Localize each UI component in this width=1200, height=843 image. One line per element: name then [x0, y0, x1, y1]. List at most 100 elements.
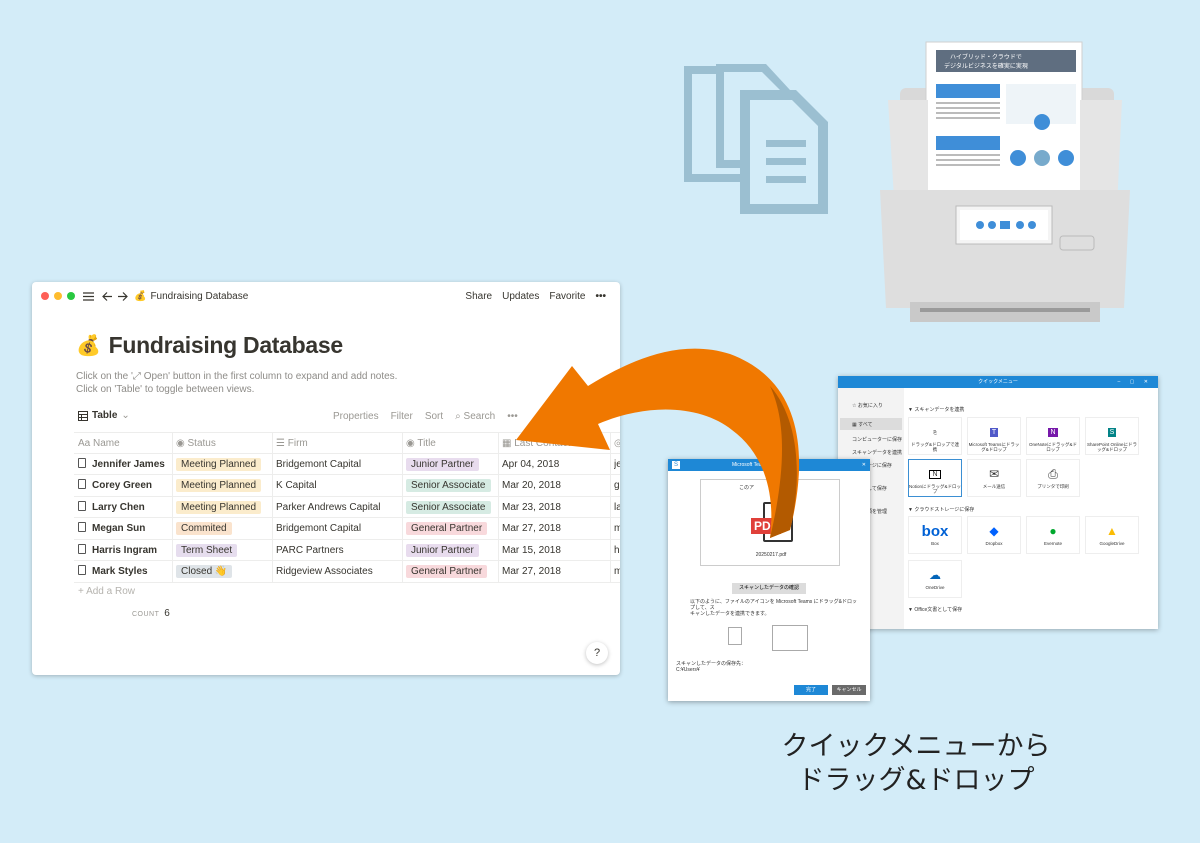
page-title: 💰 Fundraising Database	[76, 332, 343, 359]
favorite-button[interactable]: Favorite	[549, 291, 585, 302]
firm-cell[interactable]: Ridgeview Associates	[276, 561, 402, 582]
forward-arrow-icon[interactable]	[117, 291, 128, 302]
drag-drop-icon: ⎘	[933, 429, 937, 435]
title-tag: Junior Partner	[406, 543, 479, 557]
status-tag: Closed 👋	[176, 565, 233, 578]
count-label: COUNT	[132, 611, 160, 618]
date-cell[interactable]: Mar 27, 2018	[502, 561, 610, 582]
printer-icon: ⎙	[1048, 466, 1058, 481]
quick-menu-window: クイックメニュー – ▢ ✕ ☆ お気に入り ▦ すべて コンピューターに保存 …	[838, 376, 1158, 629]
column-header-status[interactable]: ◉ Status	[176, 433, 272, 454]
quick-menu-titlebar: クイックメニュー – ▢ ✕	[838, 376, 1158, 388]
tile-onenote[interactable]: N OneNoteにドラッグ&ドロップ	[1026, 417, 1080, 455]
caption-line-1: クイックメニューから	[781, 731, 1051, 762]
caption: クイックメニューから ドラッグ&ドロップ	[768, 730, 1064, 798]
document-copy-icon	[684, 64, 828, 214]
status-cell[interactable]: Closed 👋	[176, 561, 272, 582]
tile-print[interactable]: ⎙ プリンタで印刷	[1026, 459, 1080, 497]
quick-menu-title: クイックメニュー	[978, 379, 1018, 385]
tile-evernote[interactable]: ● Evernote	[1026, 516, 1080, 554]
close-dot[interactable]	[41, 292, 49, 300]
curved-arrow-icon	[516, 348, 800, 538]
name-cell[interactable]: Megan Sun	[78, 518, 172, 539]
table-icon	[78, 410, 88, 421]
add-row-button[interactable]: + Add a Row	[78, 586, 135, 597]
column-header-name[interactable]: Aa Name	[78, 433, 172, 454]
name-cell[interactable]: Jennifer James	[78, 454, 172, 475]
tile-googledrive[interactable]: ▲ GoogleDrive	[1085, 516, 1139, 554]
help-line-1: Click on the '⤢ Open' button in the firs…	[76, 371, 398, 382]
name-cell[interactable]: Corey Green	[78, 475, 172, 496]
status-cell[interactable]: Meeting Planned	[176, 475, 272, 496]
back-arrow-icon[interactable]	[102, 291, 113, 302]
table-view-button[interactable]: Table ⌄	[78, 410, 130, 421]
tile-teams[interactable]: T Microsoft Teamsにドラッグ&ドロップ	[967, 417, 1021, 455]
help-button[interactable]: ?	[586, 642, 608, 664]
confirm-scan-button[interactable]: スキャンしたデータの確認	[732, 583, 806, 594]
tile-mail[interactable]: ✉ メール送信	[967, 459, 1021, 497]
status-tag: Term Sheet	[176, 543, 238, 557]
firm-cell[interactable]: Bridgemont Capital	[276, 454, 402, 475]
mail-icon: ✉	[988, 467, 1000, 481]
firm-cell[interactable]: Bridgemont Capital	[276, 518, 402, 539]
window-controls: – ▢ ✕	[1117, 379, 1152, 385]
page-icon	[78, 565, 86, 575]
table-row[interactable]: Mark Styles Closed 👋 Ridgeview Associates G…	[74, 561, 620, 583]
status-cell[interactable]: Commited	[176, 518, 272, 539]
name-text: Corey Green	[92, 480, 153, 491]
sort-button[interactable]: Sort	[425, 411, 443, 422]
tile-dropbox[interactable]: ◆ Dropbox	[967, 516, 1021, 554]
share-button[interactable]: Share	[465, 291, 492, 302]
select-property-icon: ◉	[176, 438, 185, 449]
tile-sharepoint[interactable]: S SharePoint Onlineにドラッグ&ドロップ	[1085, 417, 1139, 455]
name-cell[interactable]: Mark Styles	[78, 561, 172, 582]
firm-cell[interactable]: K Capital	[276, 475, 402, 496]
breadcrumb-label: Fundraising Database	[150, 291, 249, 302]
onedrive-icon: ☁	[929, 568, 941, 582]
tile-box[interactable]: box Box	[908, 516, 962, 554]
firm-cell[interactable]: Parker Andrews Capital	[276, 497, 402, 518]
status-tag: Meeting Planned	[176, 500, 262, 514]
updates-button[interactable]: Updates	[502, 291, 539, 302]
count-footer: COUNT 6	[132, 608, 170, 619]
cancel-button[interactable]: キャンセル	[832, 685, 866, 695]
caption-line-2: ドラッグ&ドロップ	[797, 765, 1035, 796]
instructions: 以下のように、ファイルのアイコンを Microsoft Teams にドラッグ&…	[690, 599, 858, 617]
name-text: Mark Styles	[92, 566, 148, 577]
status-tag: Commited	[176, 522, 232, 535]
breadcrumb[interactable]: 💰 Fundraising Database	[134, 291, 248, 302]
name-cell[interactable]: Harris Ingram	[78, 540, 172, 561]
quick-menu-main: ▼ スキャンデータを連携 ⎘ ドラッグ&ドロップで連携 T Microsoft Te…	[904, 388, 1158, 629]
menu-icon[interactable]	[83, 292, 94, 301]
top-actions: Share Updates Favorite •••	[465, 291, 606, 302]
teams-icon: T	[989, 427, 999, 437]
tile-notion[interactable]: N Notionにドラッグ&ドロップ	[908, 459, 962, 497]
more-button[interactable]: •••	[595, 291, 606, 302]
extra-cell[interactable]: m	[614, 561, 620, 582]
count-value: 6	[164, 608, 171, 619]
page-icon	[78, 500, 86, 511]
firm-cell[interactable]: PARC Partners	[276, 540, 402, 561]
status-cell[interactable]: Term Sheet	[176, 540, 272, 561]
tile-onedrive[interactable]: ☁ OneDrive	[908, 560, 962, 598]
page-icon	[78, 522, 86, 532]
column-header-firm[interactable]: ☰ Firm	[276, 433, 402, 454]
ok-button[interactable]: 完了	[794, 685, 828, 695]
tile-drag-drop[interactable]: ⎘ ドラッグ&ドロップで連携	[908, 417, 962, 455]
money-bag-icon: 💰	[76, 335, 101, 357]
maximize-dot[interactable]	[67, 292, 75, 300]
minimize-dot[interactable]	[54, 292, 62, 300]
filter-button[interactable]: Filter	[391, 411, 413, 422]
chevron-down-icon: ⌄	[121, 410, 130, 421]
section-office: ▼ Office文書として保存	[908, 607, 963, 613]
evernote-icon: ●	[1049, 524, 1057, 538]
dropbox-icon: ◆	[989, 524, 999, 538]
scanner-doc-headline2: デジタルビジネスを確実に実現	[944, 62, 1028, 70]
properties-button[interactable]: Properties	[333, 411, 379, 422]
title-cell[interactable]: General Partner	[406, 561, 498, 582]
box-logo-icon: box	[921, 522, 949, 540]
title-tag: General Partner	[406, 565, 488, 578]
status-cell[interactable]: Meeting Planned	[176, 454, 272, 475]
name-cell[interactable]: Larry Chen	[78, 497, 172, 518]
status-cell[interactable]: Meeting Planned	[176, 497, 272, 518]
